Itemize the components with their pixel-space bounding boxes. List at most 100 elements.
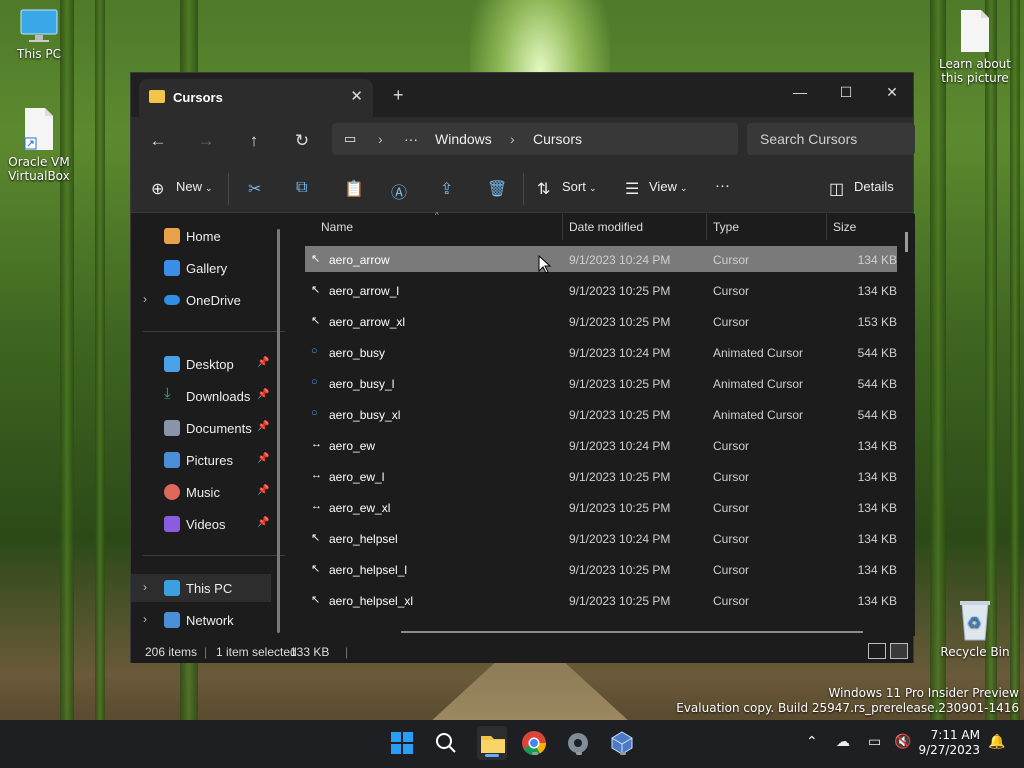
file-date: 9/1/2023 10:25 PM <box>569 470 671 484</box>
address-bar[interactable]: ▭ › ··· Windows › Cursors <box>332 123 738 155</box>
file-type: Animated Cursor <box>713 408 804 422</box>
cursor-file-icon: ○ <box>311 376 318 388</box>
file-date: 9/1/2023 10:25 PM <box>569 284 671 298</box>
table-row[interactable]: ↖ aero_arrow_xl 9/1/2023 10:25 PM Cursor 153… <box>305 308 897 334</box>
file-explorer-icon[interactable] <box>477 726 507 760</box>
breadcrumb-cursors[interactable]: Cursors <box>533 131 582 147</box>
file-size: 134 KB <box>857 439 897 453</box>
desktop-icon-learn-about[interactable]: Learn about this picture <box>936 8 1014 85</box>
network-tray-icon[interactable]: ▭ <box>868 734 881 750</box>
new-tab-button[interactable]: + <box>393 85 404 106</box>
column-header-name[interactable]: Name <box>321 220 353 234</box>
forward-button[interactable]: → <box>191 127 221 155</box>
sidebar-item-downloads[interactable]: ⤓ Downloads 📌 <box>131 382 271 410</box>
file-type: Animated Cursor <box>713 346 804 360</box>
sidebar-item-music[interactable]: Music 📌 <box>131 478 271 506</box>
music-icon <box>164 484 180 500</box>
table-row[interactable]: ○ aero_busy 9/1/2023 10:24 PM Animated Curs… <box>305 339 897 365</box>
table-row[interactable]: ↖ aero_arrow_l 9/1/2023 10:25 PM Cursor 134 … <box>305 277 897 303</box>
desktop-icon-this-pc[interactable]: This PC <box>0 8 78 61</box>
tiles-view-button[interactable] <box>890 643 908 659</box>
sort-button[interactable]: Sort <box>562 179 586 194</box>
cursor-file-icon: ○ <box>311 407 318 419</box>
cursor-file-icon: ↔ <box>311 469 322 481</box>
sidebar-item-network[interactable]: › Network <box>131 606 271 634</box>
horizontal-scrollbar[interactable] <box>401 631 863 633</box>
table-row[interactable]: ↖ aero_helpsel_l 9/1/2023 10:25 PM Cursor 13… <box>305 556 897 582</box>
sidebar-item-documents[interactable]: Documents 📌 <box>131 414 271 442</box>
sort-icon: ⇅ <box>537 181 551 198</box>
settings-icon[interactable] <box>565 730 593 758</box>
details-view-button[interactable] <box>868 643 886 659</box>
table-row[interactable]: ↖ aero_helpsel 9/1/2023 10:24 PM Cursor 134 … <box>305 525 897 551</box>
file-date: 9/1/2023 10:25 PM <box>569 501 671 515</box>
table-row[interactable]: ↖ aero_arrow 9/1/2023 10:24 PM Cursor 134 KB <box>305 246 897 272</box>
cursor-file-icon: ↖ <box>311 532 321 544</box>
more-options-button[interactable]: ··· <box>715 177 730 194</box>
search-box[interactable]: Search Cursors <box>747 123 915 155</box>
expand-chevron-icon[interactable]: › <box>143 580 147 594</box>
view-button[interactable]: View <box>649 179 677 194</box>
pin-icon: 📌 <box>257 453 270 464</box>
file-name: aero_busy_l <box>329 377 395 391</box>
file-date: 9/1/2023 10:25 PM <box>569 563 671 577</box>
show-hidden-icons-icon[interactable]: ⌃ <box>806 734 818 750</box>
expand-chevron-icon[interactable]: › <box>143 292 147 306</box>
desktop-icon-virtualbox[interactable]: Oracle VM VirtualBox <box>0 106 78 183</box>
volume-muted-icon[interactable]: 🔇 <box>894 734 911 750</box>
pin-icon: 📌 <box>257 389 270 400</box>
file-size: 544 KB <box>857 408 897 422</box>
table-row[interactable]: ○ aero_busy_xl 9/1/2023 10:25 PM Animated C… <box>305 401 897 427</box>
title-bar: Cursors ✕ + — ☐ ✕ <box>131 73 913 117</box>
copy-icon[interactable]: ⧉ <box>296 179 307 197</box>
rename-icon[interactable]: Ⓐ <box>391 179 407 203</box>
file-size: 544 KB <box>857 377 897 391</box>
refresh-button[interactable]: ↻ <box>287 127 317 155</box>
close-window-button[interactable]: ✕ <box>869 77 915 107</box>
new-button[interactable]: New <box>176 179 202 194</box>
sidebar-item-pictures[interactable]: Pictures 📌 <box>131 446 271 474</box>
details-button[interactable]: Details <box>854 179 894 194</box>
table-row[interactable]: ↔ aero_ew_xl 9/1/2023 10:25 PM Cursor 134 KB <box>305 494 897 520</box>
close-tab-icon[interactable]: ✕ <box>350 87 363 105</box>
tab-cursors[interactable]: Cursors ✕ <box>139 79 373 117</box>
paste-icon[interactable]: 📋 <box>344 179 364 199</box>
search-icon[interactable] <box>433 730 461 758</box>
chrome-icon[interactable] <box>521 730 549 758</box>
column-header-date[interactable]: Date modified <box>569 220 643 234</box>
table-row[interactable]: ○ aero_busy_l 9/1/2023 10:25 PM Animated Cu… <box>305 370 897 396</box>
table-row[interactable]: ↖ aero_helpsel_xl 9/1/2023 10:25 PM Cursor 1… <box>305 587 897 613</box>
onedrive-tray-icon[interactable]: ☁ <box>836 734 850 750</box>
start-icon[interactable] <box>389 730 417 758</box>
back-button[interactable]: ← <box>143 127 173 155</box>
minimize-button[interactable]: — <box>777 77 823 107</box>
table-row[interactable]: ↔ aero_ew 9/1/2023 10:24 PM Cursor 134 KB <box>305 432 897 458</box>
sidebar-item-onedrive[interactable]: › OneDrive <box>131 286 271 314</box>
notification-bell-icon[interactable]: 🔔 <box>988 734 1005 750</box>
sidebar-item-videos[interactable]: Videos 📌 <box>131 510 271 538</box>
gallery-icon <box>164 260 180 276</box>
table-row[interactable]: ↔ aero_ew_l 9/1/2023 10:25 PM Cursor 134 KB <box>305 463 897 489</box>
file-date: 9/1/2023 10:24 PM <box>569 346 671 360</box>
file-list-scrollbar[interactable] <box>905 232 908 252</box>
breadcrumb-windows[interactable]: Windows <box>435 131 492 147</box>
delete-icon[interactable]: 🗑 <box>487 179 507 199</box>
desktop-icon-recycle-bin[interactable]: ♻ Recycle Bin <box>936 598 1014 659</box>
column-header-type[interactable]: Type <box>713 220 739 234</box>
mouse-cursor-icon <box>538 255 552 274</box>
sidebar-item-gallery[interactable]: Gallery <box>131 254 271 282</box>
column-header-size[interactable]: Size <box>833 220 856 234</box>
expand-chevron-icon[interactable]: › <box>143 612 147 626</box>
virtualbox-icon[interactable] <box>609 730 637 758</box>
sidebar-item-home[interactable]: Home <box>131 222 271 250</box>
sidebar-scrollbar[interactable] <box>277 229 280 633</box>
cut-icon[interactable]: ✂ <box>248 179 261 199</box>
maximize-button[interactable]: ☐ <box>823 77 869 107</box>
selection-info: 1 item selected <box>216 645 297 659</box>
clock[interactable]: 7:11 AM 9/27/2023 <box>918 728 980 758</box>
up-button[interactable]: ↑ <box>239 127 269 155</box>
sidebar-item-this-pc[interactable]: › This PC <box>131 574 271 602</box>
share-icon[interactable]: ⇪ <box>440 179 453 199</box>
sidebar-item-desktop[interactable]: Desktop 📌 <box>131 350 271 378</box>
breadcrumb-more[interactable]: ··· <box>404 131 418 147</box>
